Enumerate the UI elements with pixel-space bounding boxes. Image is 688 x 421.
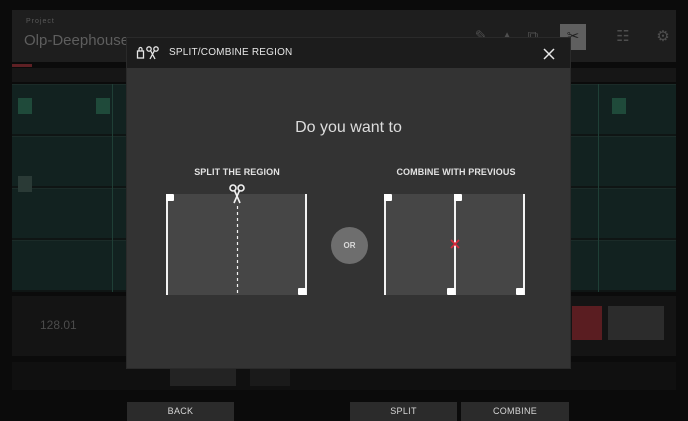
region-start-edge [384,194,386,295]
bg-clip [18,176,32,192]
close-icon[interactable] [539,44,559,64]
back-button[interactable]: BACK [127,402,234,421]
bg-track-color [12,64,32,67]
bg-tab [170,368,236,386]
split-combine-dialog: SPLIT/COMBINE REGION Do you want to SPLI… [127,38,570,368]
bg-mode-button [608,306,664,340]
combine-button[interactable]: COMBINE [461,402,569,421]
split-line [236,206,239,296]
bg-project-caption: Project [26,18,55,25]
bg-record-button [572,306,602,340]
region-end-edge [523,194,525,295]
scissors-icon [136,46,159,60]
bg-project-name: Olp-Deephouse [24,32,130,49]
scissors-icon [229,184,245,204]
region-end-edge [305,194,307,295]
bg-bpm-value: 128.01 [40,318,77,332]
dialog-title-bar: SPLIT/COMBINE REGION [127,38,570,68]
bg-grid-icon: ☷ [616,28,630,45]
split-button[interactable]: SPLIT [350,402,457,421]
region-end-handle [447,288,455,295]
or-badge: OR [331,227,368,264]
previous-region-graphic[interactable] [385,194,454,295]
region-start-handle [166,194,174,201]
current-region-graphic[interactable] [455,194,524,295]
bg-clip [612,98,626,114]
bg-tab [250,368,290,386]
region-start-handle [454,194,462,201]
dialog-title: SPLIT/COMBINE REGION [169,47,293,58]
bg-gridline [112,84,113,292]
region-start-handle [384,194,392,201]
bg-gridline [598,84,599,292]
bg-clip [18,98,32,114]
bg-gear-icon: ⚙ [656,28,670,45]
region-end-handle [298,288,306,295]
combine-option-label: COMBINE WITH PREVIOUS [396,167,516,177]
cross-icon [450,239,460,249]
region-end-handle [516,288,524,295]
region-start-edge [166,194,168,295]
split-option-label: SPLIT THE REGION [194,167,280,177]
dialog-prompt: Do you want to [295,119,402,136]
bg-clip [96,98,110,114]
